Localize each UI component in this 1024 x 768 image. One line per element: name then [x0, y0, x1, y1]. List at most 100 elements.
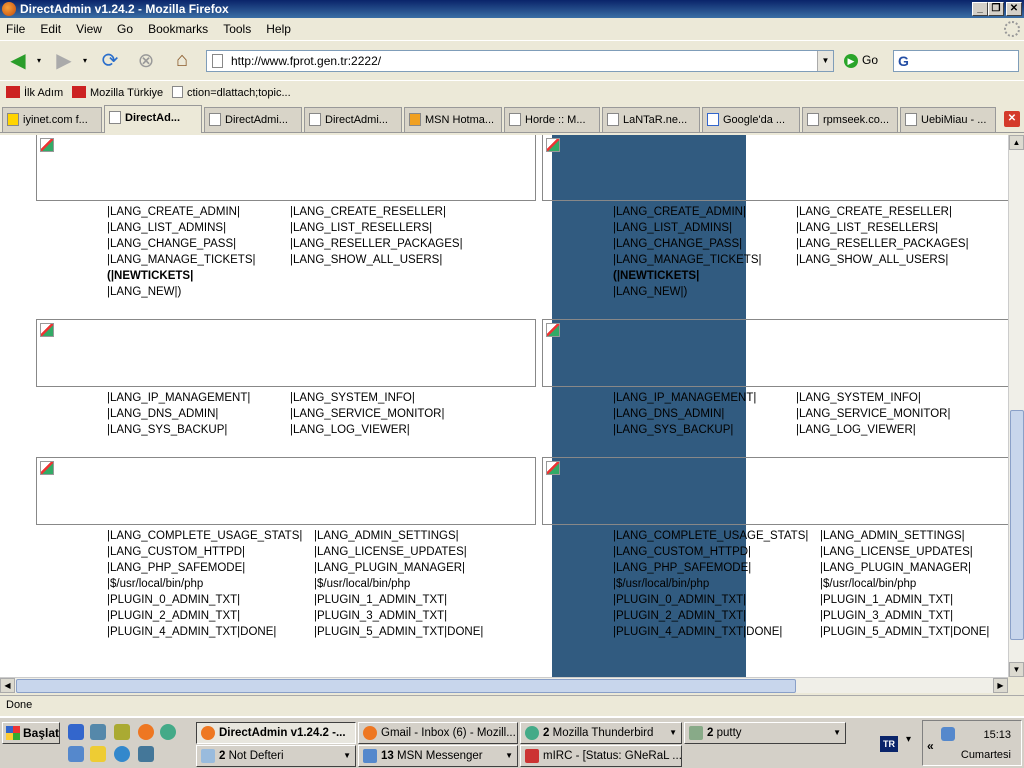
quicklaunch-icon[interactable]	[90, 746, 106, 762]
horizontal-scrollbar[interactable]: ◀ ▶	[0, 677, 1008, 693]
menu-edit[interactable]: Edit	[34, 18, 67, 40]
bookmark-item[interactable]: Mozilla Türkiye	[72, 86, 163, 99]
vertical-scrollbar[interactable]: ▲ ▼	[1008, 135, 1024, 677]
menu-link[interactable]: |PLUGIN_1_ADMIN_TXT|	[820, 592, 989, 608]
task-notepad[interactable]: 2 Not Defteri ▼	[196, 745, 356, 767]
ie-icon[interactable]	[68, 724, 84, 740]
menu-link[interactable]: |PLUGIN_1_ADMIN_TXT|	[314, 592, 483, 608]
menu-link[interactable]: |LANG_SYSTEM_INFO|	[796, 390, 950, 406]
menu-link[interactable]: |PLUGIN_4_ADMIN_TXT|DONE|	[107, 624, 302, 640]
url-input[interactable]: http://www.fprot.gen.tr:2222/ ▼	[206, 50, 834, 72]
menu-link[interactable]: |LANG_LIST_ADMINS|	[613, 220, 761, 236]
menu-link[interactable]: |LANG_MANAGE_TICKETS|	[613, 252, 761, 268]
firefox-icon[interactable]	[138, 724, 154, 740]
restore-button[interactable]: ❐	[988, 2, 1004, 16]
home-icon[interactable]: ⌂	[168, 47, 196, 73]
tab-active[interactable]: DirectAd...	[104, 105, 202, 133]
menu-link[interactable]: |LANG_COMPLETE_USAGE_STATS|	[107, 528, 302, 544]
menu-link[interactable]: |LANG_SYSTEM_INFO|	[290, 390, 444, 406]
menu-link[interactable]: |LANG_CUSTOM_HTTPD|	[107, 544, 302, 560]
messenger-icon[interactable]	[68, 746, 84, 762]
scroll-left-icon[interactable]: ◀	[0, 678, 15, 693]
menu-tools[interactable]: Tools	[217, 18, 257, 40]
tab[interactable]: rpmseek.co...	[802, 107, 898, 132]
task-mirc[interactable]: mIRC - [Status: GNeRaL ...	[520, 745, 682, 767]
menu-link[interactable]: |LANG_COMPLETE_USAGE_STATS|	[613, 528, 808, 544]
quicklaunch-icon[interactable]	[114, 724, 130, 740]
menu-link[interactable]: |PLUGIN_0_ADMIN_TXT|	[613, 592, 808, 608]
menu-link[interactable]: |PLUGIN_3_ADMIN_TXT|	[820, 608, 989, 624]
network-icon[interactable]	[941, 727, 955, 741]
menu-link[interactable]: |LANG_CREATE_RESELLER|	[290, 204, 463, 220]
menu-link[interactable]: |PLUGIN_5_ADMIN_TXT|DONE|	[820, 624, 989, 640]
menu-link[interactable]: |LANG_LICENSE_UPDATES|	[314, 544, 483, 560]
menu-bookmarks[interactable]: Bookmarks	[142, 18, 214, 40]
media-icon[interactable]	[114, 746, 130, 762]
minimize-button[interactable]: _	[972, 2, 988, 16]
menu-link[interactable]: |LANG_DNS_ADMIN|	[613, 406, 756, 422]
menu-link[interactable]: |PLUGIN_2_ADMIN_TXT|	[613, 608, 808, 624]
menu-link[interactable]: |LANG_CUSTOM_HTTPD|	[613, 544, 808, 560]
menu-view[interactable]: View	[70, 18, 108, 40]
menu-link[interactable]: |LANG_PLUGIN_MANAGER|	[314, 560, 483, 576]
bookmark-item[interactable]: İlk Adım	[6, 86, 63, 99]
menu-link[interactable]: |LANG_CREATE_RESELLER|	[796, 204, 969, 220]
task-directadmin[interactable]: DirectAdmin v1.24.2 -...	[196, 722, 356, 744]
language-menu-icon[interactable]: ▾	[906, 734, 911, 745]
menu-link[interactable]: |LANG_PLUGIN_MANAGER|	[820, 560, 989, 576]
menu-link[interactable]: |LANG_LOG_VIEWER|	[796, 422, 950, 438]
tab[interactable]: Google'da ...	[702, 107, 800, 132]
menu-link[interactable]: |PLUGIN_2_ADMIN_TXT|	[107, 608, 302, 624]
scroll-right-icon[interactable]: ▶	[993, 678, 1008, 693]
menu-file[interactable]: File	[0, 18, 31, 40]
menu-link[interactable]: |LANG_SYS_BACKUP|	[613, 422, 756, 438]
search-input[interactable]: G	[893, 50, 1019, 72]
task-msn[interactable]: 13 MSN Messenger ▼	[358, 745, 518, 767]
quicklaunch-icon[interactable]	[138, 746, 154, 762]
menu-link[interactable]: |LANG_LIST_ADMINS|	[107, 220, 255, 236]
menu-link[interactable]: |LANG_IP_MANAGEMENT|	[613, 390, 756, 406]
menu-link[interactable]: |LANG_SYS_BACKUP|	[107, 422, 250, 438]
url-dropdown-icon[interactable]: ▼	[817, 51, 833, 71]
bookmark-item[interactable]: ction=dlattach;topic...	[172, 86, 291, 99]
menu-link[interactable]: |LANG_CHANGE_PASS|	[107, 236, 255, 252]
menu-link[interactable]: |LANG_IP_MANAGEMENT|	[107, 390, 250, 406]
menu-link[interactable]: |PLUGIN_5_ADMIN_TXT|DONE|	[314, 624, 483, 640]
menu-link[interactable]: |LANG_LIST_RESELLERS|	[796, 220, 969, 236]
tray-expand-icon[interactable]: «	[927, 739, 934, 753]
tab[interactable]: LaNTaR.ne...	[602, 107, 700, 132]
tab[interactable]: DirectAdmi...	[304, 107, 402, 132]
scroll-thumb[interactable]	[1010, 410, 1024, 640]
tab[interactable]: Horde :: M...	[504, 107, 600, 132]
menu-link[interactable]: |PLUGIN_0_ADMIN_TXT|	[107, 592, 302, 608]
menu-link[interactable]: |LANG_NEW|)	[613, 284, 761, 300]
tab[interactable]: UebiMiau - ...	[900, 107, 996, 132]
start-button[interactable]: Başlat	[2, 722, 60, 744]
menu-help[interactable]: Help	[260, 18, 297, 40]
menu-link[interactable]: |LANG_CREATE_ADMIN|	[613, 204, 761, 220]
language-indicator[interactable]: TR	[880, 736, 898, 752]
menu-link[interactable]: |PLUGIN_3_ADMIN_TXT|	[314, 608, 483, 624]
menu-link[interactable]: |PLUGIN_4_ADMIN_TXT|DONE|	[613, 624, 808, 640]
scroll-up-icon[interactable]: ▲	[1009, 135, 1024, 150]
menu-link[interactable]: |LANG_MANAGE_TICKETS|	[107, 252, 255, 268]
menu-link[interactable]: |LANG_SERVICE_MONITOR|	[290, 406, 444, 422]
stop-icon[interactable]: ⊗	[132, 47, 160, 73]
menu-go[interactable]: Go	[111, 18, 139, 40]
task-putty[interactable]: 2 putty ▼	[684, 722, 846, 744]
menu-link[interactable]: |LANG_ADMIN_SETTINGS|	[820, 528, 989, 544]
thunderbird-icon[interactable]	[160, 724, 176, 740]
menu-link[interactable]: |LANG_LIST_RESELLERS|	[290, 220, 463, 236]
close-tab-icon[interactable]: ✕	[1004, 111, 1020, 127]
tab[interactable]: DirectAdmi...	[204, 107, 302, 132]
menu-link[interactable]: |LANG_RESELLER_PACKAGES|	[290, 236, 463, 252]
reload-icon[interactable]: ⟳	[96, 47, 124, 73]
back-dropdown-icon[interactable]: ▾	[32, 47, 46, 73]
menu-link[interactable]: |LANG_CHANGE_PASS|	[613, 236, 761, 252]
tab[interactable]: MSN Hotma...	[404, 107, 502, 132]
menu-link[interactable]: |LANG_PHP_SAFEMODE|	[107, 560, 302, 576]
menu-link[interactable]: |LANG_LOG_VIEWER|	[290, 422, 444, 438]
menu-link[interactable]: |LANG_CREATE_ADMIN|	[107, 204, 255, 220]
task-thunderbird[interactable]: 2 Mozilla Thunderbird ▼	[520, 722, 682, 744]
menu-link[interactable]: |LANG_PHP_SAFEMODE|	[613, 560, 808, 576]
